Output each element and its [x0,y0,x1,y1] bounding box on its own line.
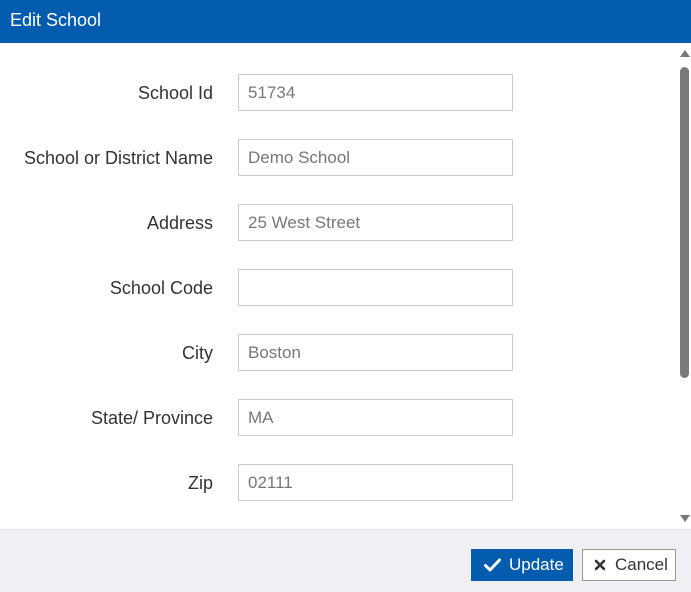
update-button-label: Update [509,555,564,574]
form-row-school-code: School Code [0,269,677,306]
field-label: State/ Province [90,408,213,428]
form-row-city: City [0,334,677,371]
update-button[interactable]: Update [471,549,573,581]
field-label: Address [146,213,213,233]
check-icon [484,557,501,573]
form-row-address: Address [0,204,677,241]
zip-input[interactable] [238,464,513,501]
form-row-school-id: School Id [0,74,677,111]
dialog-title: Edit School [10,10,102,30]
field-label: Zip [187,473,213,493]
scroll-up-arrow-icon[interactable] [680,50,690,57]
form-row-school-name: School or District Name [0,139,677,176]
close-icon [594,559,606,571]
field-label: School or District Name [23,148,213,168]
school-id-input[interactable] [238,74,513,111]
form-row-zip: Zip [0,464,677,501]
cancel-button-label: Cancel [615,555,668,574]
field-label: School Id [137,83,213,103]
cancel-button[interactable]: Cancel [582,549,676,581]
vertical-scrollbar[interactable] [677,43,691,529]
dialog-titlebar: Edit School [0,0,691,43]
field-label: School Code [109,278,213,298]
dialog-footer: Update Cancel [0,529,691,592]
city-input[interactable] [238,334,513,371]
form-content: School Id School or District Name Addres… [0,43,677,529]
school-code-input[interactable] [238,269,513,306]
scroll-thumb[interactable] [680,67,689,378]
address-input[interactable] [238,204,513,241]
scroll-down-arrow-icon[interactable] [680,515,690,522]
school-name-input[interactable] [238,139,513,176]
state-input[interactable] [238,399,513,436]
field-label: City [182,343,213,363]
form-row-state: State/ Province [0,399,677,436]
